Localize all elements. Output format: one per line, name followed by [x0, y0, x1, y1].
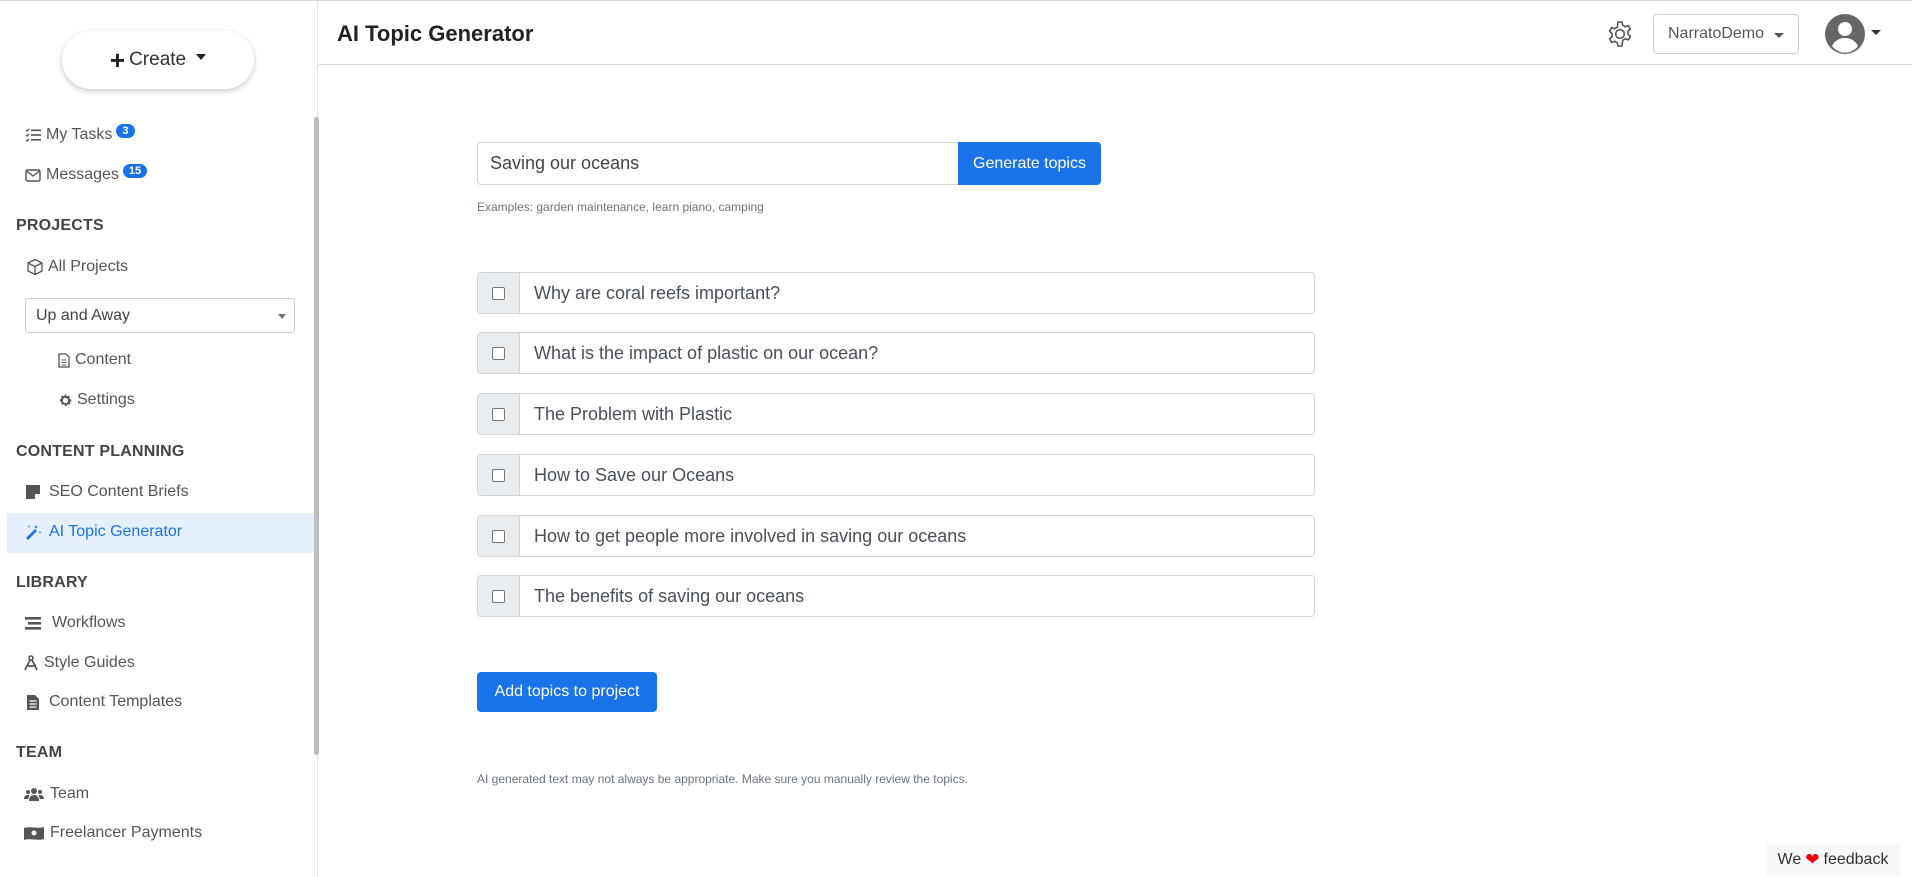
sidebar-item-style-guides[interactable]: Style Guides [24, 654, 135, 672]
section-content-planning: CONTENT PLANNING [16, 443, 185, 460]
caret-down-icon [1774, 33, 1784, 38]
sidebar-item-all-projects[interactable]: All Projects [26, 258, 128, 276]
feedback-suffix: feedback [1823, 850, 1889, 868]
sidebar-item-freelancer-payments[interactable]: Freelancer Payments [24, 824, 202, 842]
checkbox-box[interactable] [492, 589, 505, 603]
feedback-prefix: We [1777, 850, 1802, 868]
plus-icon: + [109, 45, 126, 75]
file-lines-icon [24, 693, 42, 711]
generate-topics-button[interactable]: Generate topics [958, 142, 1101, 185]
topic-text-field[interactable]: The Problem with Plastic [520, 394, 1314, 434]
feedback-button[interactable]: We ❤ feedback [1766, 843, 1900, 876]
messages-label: Messages [46, 166, 119, 183]
my-tasks-badge: 3 [116, 124, 135, 138]
gear-icon [1608, 21, 1632, 47]
user-avatar[interactable] [1825, 14, 1865, 54]
compass-drafting-icon [24, 654, 40, 672]
topic-checkbox[interactable] [478, 394, 520, 434]
topic-text-field[interactable]: The benefits of saving our oceans [520, 576, 1314, 616]
topic-row: What is the impact of plastic on our oce… [477, 332, 1315, 374]
sidebar-item-seo-content-briefs[interactable]: SEO Content Briefs [24, 483, 189, 501]
project-select[interactable]: Up and Away [25, 298, 295, 333]
caret-down-icon [278, 314, 286, 319]
topic-row: How to Save our Oceans [477, 454, 1315, 496]
file-text-icon [57, 351, 71, 369]
sidebar-item-my-tasks[interactable]: My Tasks 3 [24, 124, 135, 144]
create-label: Create [129, 49, 187, 70]
create-button[interactable]: + Create [62, 31, 254, 89]
envelope-icon [24, 166, 42, 184]
topic-row: The benefits of saving our oceans [477, 575, 1315, 617]
topic-checkbox[interactable] [478, 273, 520, 313]
topic-text-field[interactable]: What is the impact of plastic on our oce… [520, 333, 1314, 373]
section-team: TEAM [16, 744, 63, 761]
avatar-caret-icon[interactable] [1871, 30, 1881, 35]
caret-down-icon [196, 54, 207, 60]
ai-disclaimer: AI generated text may not always be appr… [477, 772, 968, 786]
sticky-note-icon [24, 483, 42, 501]
content-label: Content [75, 351, 132, 368]
page-title: AI Topic Generator [337, 21, 534, 46]
all-projects-label: All Projects [48, 258, 129, 275]
messages-badge: 15 [122, 164, 148, 178]
checkbox-box[interactable] [492, 529, 505, 543]
examples-hint: Examples: garden maintenance, learn pian… [477, 200, 764, 214]
users-icon [24, 785, 44, 803]
checkbox-box[interactable] [492, 346, 505, 360]
seo-content-briefs-label: SEO Content Briefs [49, 483, 189, 500]
topic-checkbox[interactable] [478, 576, 520, 616]
topic-row: The Problem with Plastic [477, 393, 1315, 435]
heart-icon: ❤ [1805, 849, 1820, 869]
money-bill-icon [24, 824, 44, 842]
ai-topic-generator-label: AI Topic Generator [49, 523, 183, 540]
workflows-label: Workflows [52, 614, 126, 631]
top-header: AI Topic Generator NarratoDemo [319, 1, 1912, 65]
user-circle-icon [1825, 14, 1865, 54]
freelancer-payments-label: Freelancer Payments [50, 824, 203, 841]
sidebar-item-content-templates[interactable]: Content Templates [24, 693, 182, 711]
topic-text-field[interactable]: Why are coral reefs important? [520, 273, 1314, 313]
topic-checkbox[interactable] [478, 516, 520, 556]
topic-checkbox[interactable] [478, 455, 520, 495]
add-topics-to-project-button[interactable]: Add topics to project [477, 672, 657, 712]
sidebar-scrollbar[interactable] [314, 117, 319, 755]
section-library: LIBRARY [16, 574, 88, 591]
team-label: Team [50, 785, 90, 802]
topic-text-field[interactable]: How to Save our Oceans [520, 455, 1314, 495]
content-templates-label: Content Templates [49, 693, 183, 710]
magic-wand-icon [24, 523, 42, 541]
sidebar-item-content[interactable]: Content [57, 351, 131, 369]
my-tasks-label: My Tasks [46, 126, 113, 143]
settings-label: Settings [77, 391, 135, 408]
topic-row: How to get people more involved in savin… [477, 515, 1315, 557]
project-select-value: Up and Away [36, 306, 130, 324]
account-name: NarratoDemo [1668, 25, 1765, 42]
sidebar-item-ai-topic-generator[interactable]: AI Topic Generator [24, 523, 182, 541]
sidebar-item-settings[interactable]: Settings [57, 391, 135, 409]
settings-gear-button[interactable] [1605, 19, 1635, 49]
topic-checkbox[interactable] [478, 333, 520, 373]
cube-icon [26, 258, 44, 276]
topic-text-field[interactable]: How to get people more involved in savin… [520, 516, 1314, 556]
tasks-icon [24, 126, 42, 144]
checkbox-box[interactable] [492, 407, 505, 421]
sidebar: + Create My Tasks 3 Messages 15 PROJECTS… [0, 1, 319, 877]
bars-icon [24, 614, 42, 632]
account-dropdown[interactable]: NarratoDemo [1653, 14, 1799, 54]
style-guides-label: Style Guides [44, 654, 135, 671]
checkbox-box[interactable] [492, 468, 505, 482]
sidebar-item-workflows[interactable]: Workflows [24, 614, 126, 632]
checkbox-box[interactable] [492, 286, 505, 300]
topic-search-input[interactable] [477, 142, 959, 185]
gear-icon [57, 391, 73, 409]
sidebar-item-messages[interactable]: Messages 15 [24, 164, 148, 184]
section-projects: PROJECTS [16, 217, 104, 234]
sidebar-item-team[interactable]: Team [24, 785, 89, 803]
topic-row: Why are coral reefs important? [477, 272, 1315, 314]
